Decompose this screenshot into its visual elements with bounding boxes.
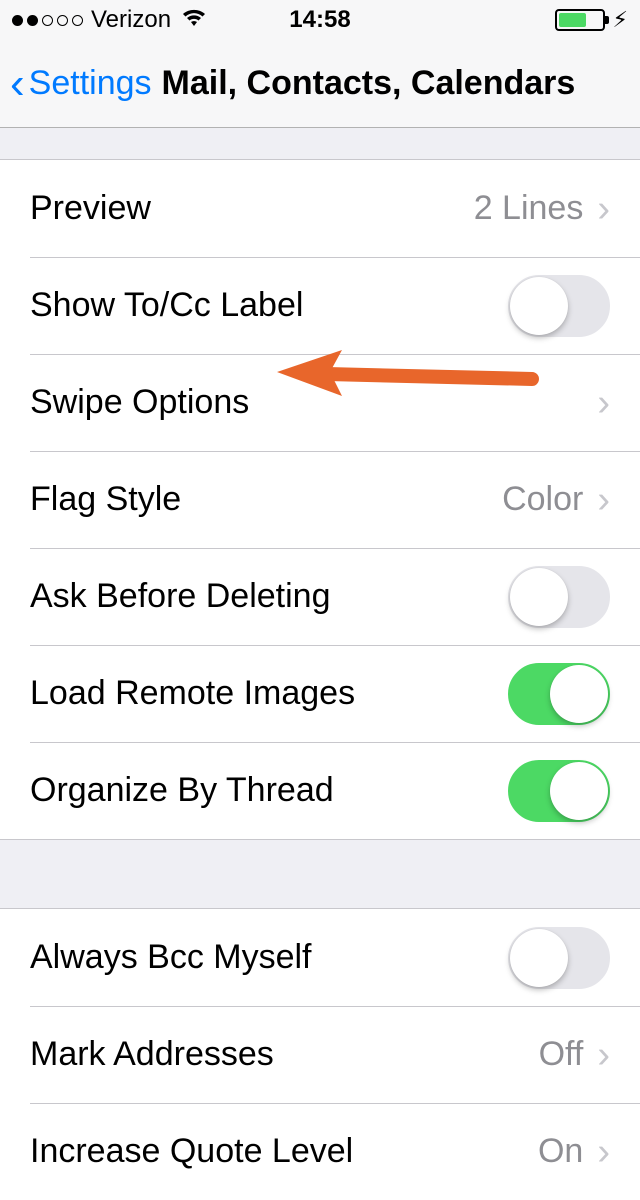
row-label: Swipe Options <box>30 383 597 422</box>
row-swipe-options[interactable]: Swipe Options › <box>0 354 640 451</box>
section-gap <box>0 839 640 909</box>
status-bar: Verizon 14:58 ⚡︎ <box>0 0 640 40</box>
row-increase-quote-level[interactable]: Increase Quote Level On › <box>0 1103 640 1200</box>
toggle-organize-by-thread[interactable] <box>508 760 610 822</box>
row-value: 2 Lines <box>474 189 584 228</box>
row-label: Always Bcc Myself <box>30 938 508 977</box>
back-chevron-icon[interactable]: ‹ <box>10 62 29 106</box>
back-button[interactable]: Settings <box>29 64 152 103</box>
chevron-right-icon: › <box>597 481 610 519</box>
row-label: Increase Quote Level <box>30 1132 538 1171</box>
row-label: Mark Addresses <box>30 1035 539 1074</box>
clock: 14:58 <box>289 6 350 34</box>
status-left: Verizon <box>12 6 209 35</box>
wifi-icon <box>179 6 209 35</box>
nav-bar: ‹ Settings Mail, Contacts, Calendars <box>0 40 640 128</box>
row-show-tocc: Show To/Cc Label <box>0 257 640 354</box>
row-label: Preview <box>30 189 474 228</box>
row-preview[interactable]: Preview 2 Lines › <box>0 160 640 257</box>
row-value: Off <box>539 1035 584 1074</box>
row-label: Ask Before Deleting <box>30 577 508 616</box>
toggle-load-remote-images[interactable] <box>508 663 610 725</box>
row-value: On <box>538 1132 583 1171</box>
toggle-ask-before-deleting[interactable] <box>508 566 610 628</box>
signal-strength-icon <box>12 15 83 26</box>
chevron-right-icon: › <box>597 1036 610 1074</box>
carrier-label: Verizon <box>91 6 171 34</box>
chevron-right-icon: › <box>597 384 610 422</box>
row-load-remote-images: Load Remote Images <box>0 645 640 742</box>
row-organize-by-thread: Organize By Thread <box>0 742 640 839</box>
row-always-bcc: Always Bcc Myself <box>0 909 640 1006</box>
row-label: Flag Style <box>30 480 502 519</box>
page-title: Mail, Contacts, Calendars <box>162 64 576 103</box>
row-value: Color <box>502 480 583 519</box>
chevron-right-icon: › <box>597 190 610 228</box>
toggle-always-bcc[interactable] <box>508 927 610 989</box>
row-label: Load Remote Images <box>30 674 508 713</box>
chevron-right-icon: › <box>597 1133 610 1171</box>
battery-icon <box>555 9 605 31</box>
toggle-show-tocc[interactable] <box>508 275 610 337</box>
row-label: Organize By Thread <box>30 771 508 810</box>
row-ask-before-deleting: Ask Before Deleting <box>0 548 640 645</box>
status-right: ⚡︎ <box>555 7 628 33</box>
settings-list-compose: Always Bcc Myself Mark Addresses Off › I… <box>0 909 640 1200</box>
row-label: Show To/Cc Label <box>30 286 508 325</box>
settings-list-mail: Preview 2 Lines › Show To/Cc Label Swipe… <box>0 160 640 839</box>
row-mark-addresses[interactable]: Mark Addresses Off › <box>0 1006 640 1103</box>
row-flag-style[interactable]: Flag Style Color › <box>0 451 640 548</box>
charging-icon: ⚡︎ <box>613 7 628 33</box>
section-gap <box>0 128 640 160</box>
